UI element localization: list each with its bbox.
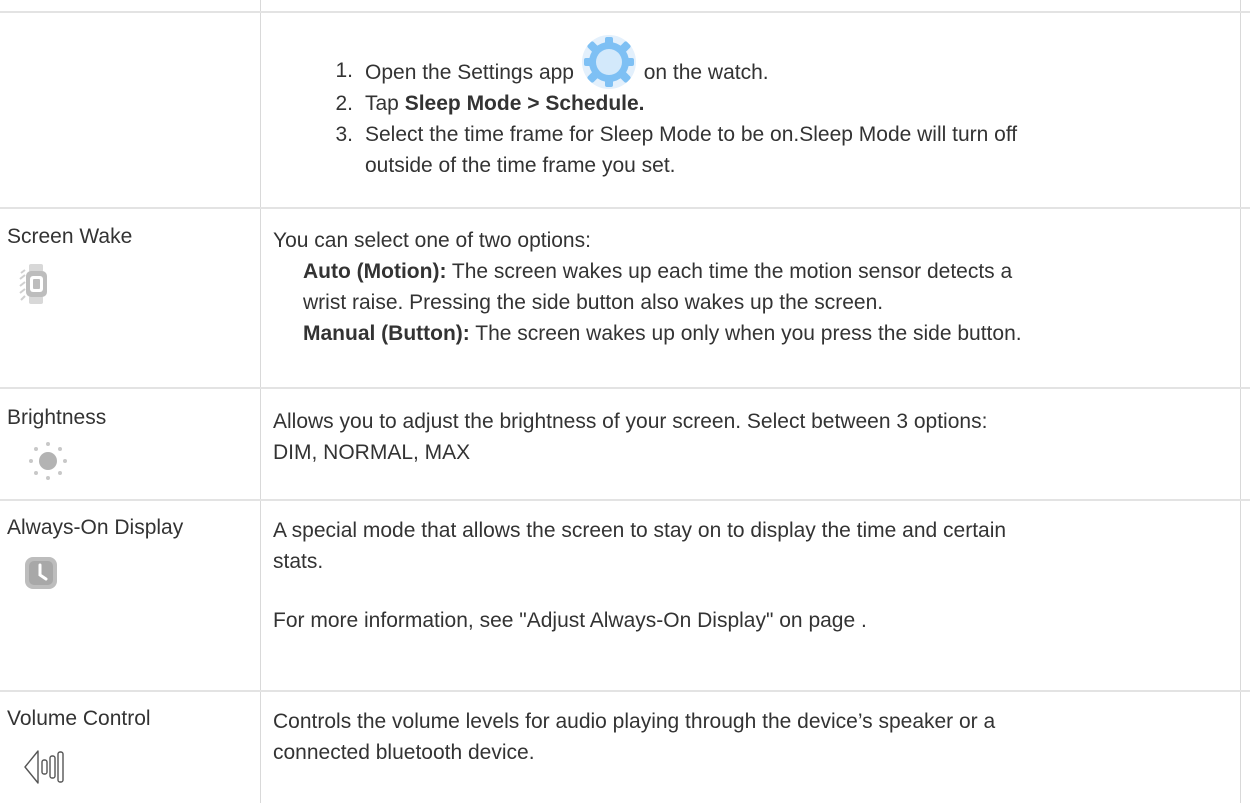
option-label: Manual (Button): [303,322,470,345]
step-number: 1. [335,59,353,82]
step-number: 3. [335,123,353,146]
list-item: 2. Tap Sleep Mode > Schedule. [311,88,1242,119]
clock-icon [24,556,58,596]
row-label: Brightness [7,401,255,480]
row-divider [0,690,1250,692]
row-label-text: Brightness [7,406,107,429]
list-item: 3. Select the time frame for Sleep Mode … [311,119,1242,181]
row-label: Volume Control [7,703,255,784]
step-text: Tap [365,92,399,115]
sleep-schedule-steps: 1. Open the Settings app on the watch. 2… [311,35,1242,181]
row-description: Allows you to adjust the brightness of y… [273,406,1242,468]
row-description: A special mode that allows the screen to… [273,515,1242,636]
list-item: 1. Open the Settings app on the watch. [311,35,1242,89]
description-text: stats. [273,550,324,573]
brightness-sun-icon [26,439,70,489]
description-text: For more information, see "Adjust Always… [273,609,867,632]
option-text: wrist raise. Pressing the side button al… [303,291,884,314]
row-label: Always-On Display [7,512,255,589]
row-label-text: Screen Wake [7,225,133,248]
step-text: on the watch. [643,61,769,84]
row-label-text: Always-On Display [7,516,184,539]
row-label-text: Volume Control [7,707,151,730]
steps-list: 1. Open the Settings app on the watch. 2… [311,35,1242,181]
option-label: Auto (Motion): [303,260,447,283]
option-manual: Manual (Button): The screen wakes up onl… [273,318,1242,349]
step-text: Select the time frame for Sleep Mode to … [365,123,1018,146]
step-number: 2. [335,92,353,115]
step-text: Open the Settings app [365,61,574,84]
description-text: DIM, NORMAL, MAX [273,441,471,464]
row-description: Controls the volume levels for audio pla… [273,706,1242,768]
step-bold-text: Sleep Mode > Schedule. [404,92,645,115]
volume-icon [21,747,81,793]
option-text: The screen wakes up only when you press … [475,322,1022,345]
row-divider [0,207,1250,209]
description-text: A special mode that allows the screen to… [273,519,1007,542]
description-text: Allows you to adjust the brightness of y… [273,410,988,433]
option-auto: Auto (Motion): The screen wakes up each … [273,256,1242,318]
watch-wake-icon [19,261,49,313]
option-text: The screen wakes up each time the motion… [451,260,1013,283]
description-text: Controls the volume levels for audio pla… [273,710,996,733]
table-top-border [0,11,1250,13]
description-text: You can select one of two options: [273,229,591,252]
step-text: outside of the time frame you set. [365,154,676,177]
column-divider [260,0,261,803]
row-label: Screen Wake [7,219,255,304]
row-divider [0,499,1250,501]
description-text: connected bluetooth device. [273,741,535,764]
row-divider [0,387,1250,389]
settings-app-icon [580,35,638,89]
row-description: You can select one of two options: Auto … [273,225,1242,349]
